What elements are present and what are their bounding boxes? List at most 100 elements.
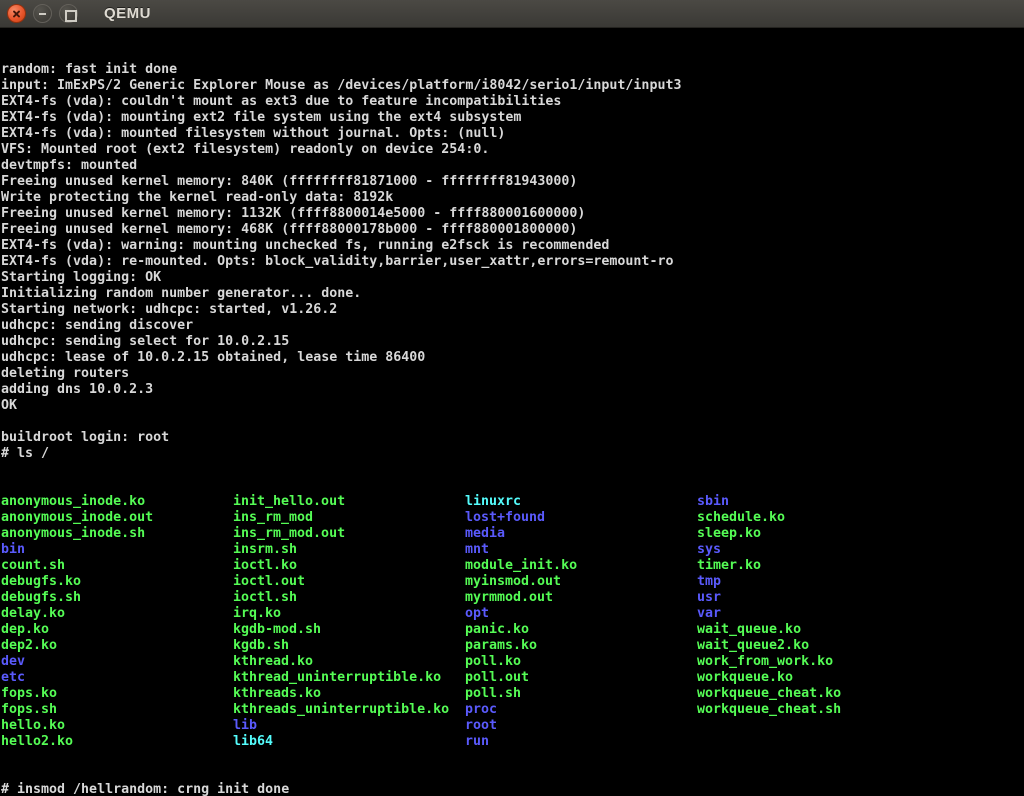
file-entry: work_from_work.ko <box>697 654 929 670</box>
file-entry: irq.ko <box>233 606 465 622</box>
ls-row: devkthread.kopoll.kowork_from_work.ko <box>1 654 1024 670</box>
symlink-entry: linuxrc <box>465 494 697 510</box>
file-entry: myinsmod.out <box>465 574 697 590</box>
directory-entry: root <box>465 718 697 734</box>
ls-row: bininsrm.shmntsys <box>1 542 1024 558</box>
directory-entry: var <box>697 606 929 622</box>
console-line: Starting network: udhcpc: started, v1.26… <box>1 302 1024 318</box>
directory-entry: sbin <box>697 494 929 510</box>
file-entry: workqueue_cheat.ko <box>697 686 929 702</box>
console-line: VFS: Mounted root (ext2 filesystem) read… <box>1 142 1024 158</box>
console-line: Write protecting the kernel read-only da… <box>1 190 1024 206</box>
window-title: QEMU <box>104 5 151 22</box>
file-entry: poll.sh <box>465 686 697 702</box>
file-entry: poll.out <box>465 670 697 686</box>
minimize-icon[interactable] <box>33 4 52 23</box>
ls-row: anonymous_inode.shins_rm_mod.outmediasle… <box>1 526 1024 542</box>
console-line: Freeing unused kernel memory: 468K (ffff… <box>1 222 1024 238</box>
file-entry: ioctl.ko <box>233 558 465 574</box>
ls-row: fops.kokthreads.kopoll.shworkqueue_cheat… <box>1 686 1024 702</box>
file-entry: init_hello.out <box>233 494 465 510</box>
file-entry: ioctl.sh <box>233 590 465 606</box>
file-entry: timer.ko <box>697 558 929 574</box>
file-entry: fops.sh <box>1 702 233 718</box>
file-entry: delay.ko <box>1 606 233 622</box>
ls-output: anonymous_inode.koinit_hello.outlinuxrcs… <box>1 494 1024 750</box>
boot-log: random: fast init doneinput: ImExPS/2 Ge… <box>1 62 1024 462</box>
directory-entry: etc <box>1 670 233 686</box>
file-entry: insrm.sh <box>233 542 465 558</box>
file-entry: count.sh <box>1 558 233 574</box>
ls-row: dep.kokgdb-mod.shpanic.kowait_queue.ko <box>1 622 1024 638</box>
ls-row: anonymous_inode.outins_rm_modlost+founds… <box>1 510 1024 526</box>
console-line: input: ImExPS/2 Generic Explorer Mouse a… <box>1 78 1024 94</box>
console-line: # insmod /hellrandom: crng init done <box>1 782 1024 796</box>
file-entry: anonymous_inode.sh <box>1 526 233 542</box>
file-entry: ins_rm_mod.out <box>233 526 465 542</box>
ls-row: delay.koirq.kooptvar <box>1 606 1024 622</box>
file-entry: ioctl.out <box>233 574 465 590</box>
file-entry: anonymous_inode.ko <box>1 494 233 510</box>
directory-entry: mnt <box>465 542 697 558</box>
file-entry: wait_queue2.ko <box>697 638 929 654</box>
directory-entry: run <box>465 734 697 750</box>
ls-row: hello.kolibroot <box>1 718 1024 734</box>
console-line: Freeing unused kernel memory: 840K (ffff… <box>1 174 1024 190</box>
console-line: udhcpc: sending discover <box>1 318 1024 334</box>
directory-entry: opt <box>465 606 697 622</box>
console-line: OK <box>1 398 1024 414</box>
terminal-screen[interactable]: random: fast init doneinput: ImExPS/2 Ge… <box>0 28 1024 796</box>
ls-row: anonymous_inode.koinit_hello.outlinuxrcs… <box>1 494 1024 510</box>
file-entry: module_init.ko <box>465 558 697 574</box>
console-line: # ls / <box>1 446 1024 462</box>
directory-entry: bin <box>1 542 233 558</box>
console-line <box>1 414 1024 430</box>
console-line: Initializing random number generator... … <box>1 286 1024 302</box>
file-entry: wait_queue.ko <box>697 622 929 638</box>
console-line: EXT4-fs (vda): re-mounted. Opts: block_v… <box>1 254 1024 270</box>
file-entry: kthread_uninterruptible.ko <box>233 670 465 686</box>
file-entry: workqueue_cheat.sh <box>697 702 929 718</box>
console-line: Starting logging: OK <box>1 270 1024 286</box>
window-titlebar[interactable]: QEMU <box>0 0 1024 28</box>
console-line: buildroot login: root <box>1 430 1024 446</box>
ls-row: etckthread_uninterruptible.kopoll.outwor… <box>1 670 1024 686</box>
ls-row: debugfs.shioctl.shmyrmmod.outusr <box>1 590 1024 606</box>
file-entry: kthread.ko <box>233 654 465 670</box>
file-entry: fops.ko <box>1 686 233 702</box>
console-line: EXT4-fs (vda): warning: mounting uncheck… <box>1 238 1024 254</box>
file-entry: dep2.ko <box>1 638 233 654</box>
directory-entry: lost+found <box>465 510 697 526</box>
file-entry: myrmmod.out <box>465 590 697 606</box>
file-entry: debugfs.ko <box>1 574 233 590</box>
close-icon[interactable] <box>7 4 26 23</box>
console-line: Freeing unused kernel memory: 1132K (fff… <box>1 206 1024 222</box>
directory-entry: sys <box>697 542 929 558</box>
file-entry: kthreads.ko <box>233 686 465 702</box>
file-entry: params.ko <box>465 638 697 654</box>
ls-row: count.shioctl.komodule_init.kotimer.ko <box>1 558 1024 574</box>
file-entry: ins_rm_mod <box>233 510 465 526</box>
maximize-icon[interactable] <box>59 4 78 23</box>
file-entry: kthreads_uninterruptible.ko <box>233 702 465 718</box>
directory-entry: media <box>465 526 697 542</box>
directory-entry: lib <box>233 718 465 734</box>
directory-entry: proc <box>465 702 697 718</box>
file-entry: dep.ko <box>1 622 233 638</box>
file-entry: sleep.ko <box>697 526 929 542</box>
shell-log: # insmod /hellrandom: crng init done# in… <box>1 782 1024 796</box>
qemu-window: QEMU random: fast init doneinput: ImExPS… <box>0 0 1024 796</box>
file-entry: debugfs.sh <box>1 590 233 606</box>
directory-entry: tmp <box>697 574 929 590</box>
file-entry: panic.ko <box>465 622 697 638</box>
file-entry: anonymous_inode.out <box>1 510 233 526</box>
console-line: EXT4-fs (vda): mounted filesystem withou… <box>1 126 1024 142</box>
file-entry: kgdb.sh <box>233 638 465 654</box>
console-line: EXT4-fs (vda): mounting ext2 file system… <box>1 110 1024 126</box>
file-entry: kgdb-mod.sh <box>233 622 465 638</box>
ls-row: debugfs.koioctl.outmyinsmod.outtmp <box>1 574 1024 590</box>
file-entry: hello.ko <box>1 718 233 734</box>
ls-row: hello2.kolib64run <box>1 734 1024 750</box>
console-line: deleting routers <box>1 366 1024 382</box>
file-entry: workqueue.ko <box>697 670 929 686</box>
